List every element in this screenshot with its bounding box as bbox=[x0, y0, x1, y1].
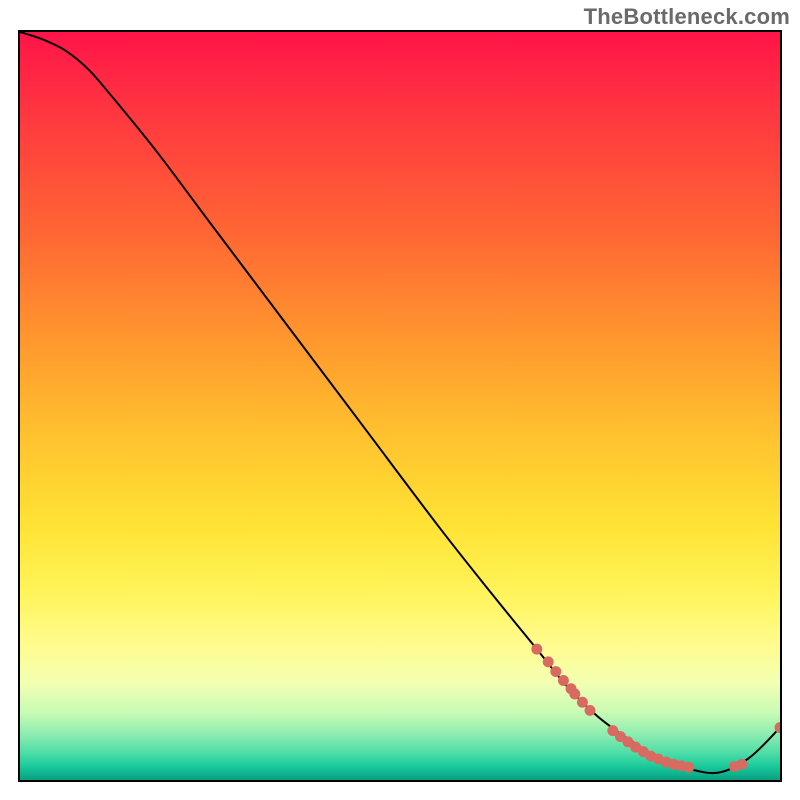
cluster-point bbox=[543, 656, 554, 667]
cluster-point bbox=[569, 689, 580, 700]
cluster-point bbox=[577, 697, 588, 708]
chart-wrapper: TheBottleneck.com bbox=[0, 0, 800, 800]
cluster-point bbox=[683, 762, 694, 773]
cluster-point bbox=[550, 666, 561, 677]
chart-svg bbox=[20, 32, 780, 780]
cluster-point bbox=[585, 705, 596, 716]
bottleneck-curve bbox=[20, 32, 780, 773]
plot-area bbox=[18, 30, 782, 782]
cluster-point bbox=[737, 759, 748, 770]
watermark-text: TheBottleneck.com bbox=[584, 4, 790, 30]
cluster-point bbox=[531, 644, 542, 655]
cluster-point bbox=[558, 675, 569, 686]
